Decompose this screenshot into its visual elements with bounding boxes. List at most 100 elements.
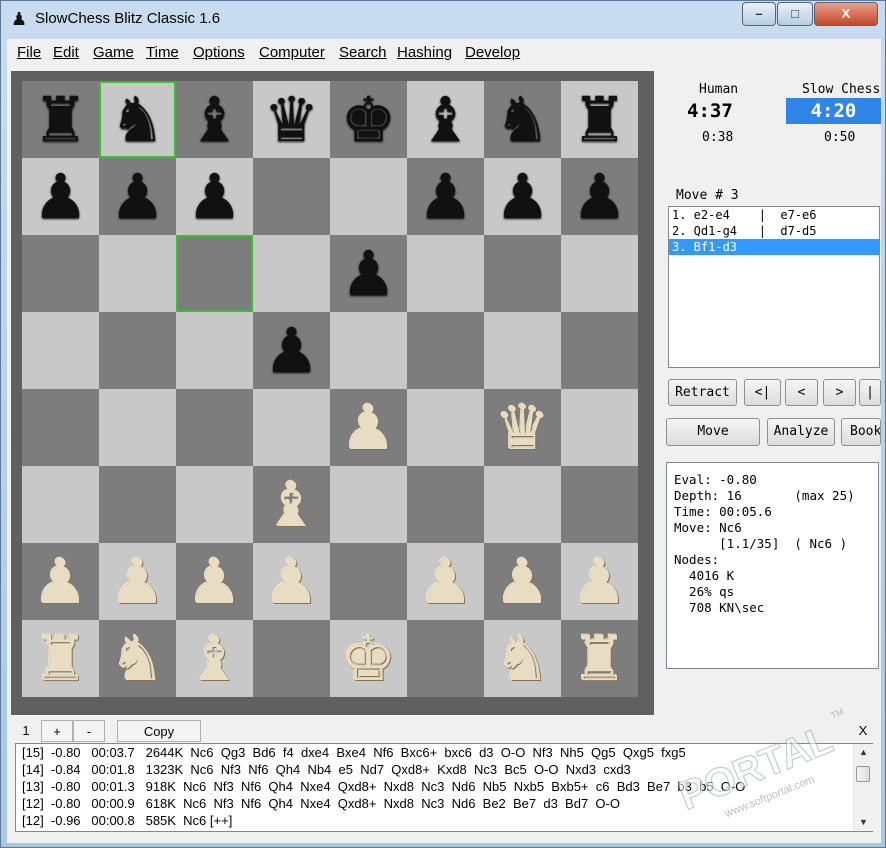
maximize-button[interactable]: □ <box>777 2 813 26</box>
square-a3[interactable] <box>22 466 99 543</box>
pv-line[interactable]: [12] -0.80 00:00.9 618K Nc6 Nf3 Nf6 Qh4 … <box>16 795 872 812</box>
menu-search[interactable]: Search <box>339 44 387 61</box>
square-b5[interactable] <box>99 312 176 389</box>
last-move-button[interactable]: | <box>859 379 881 406</box>
square-g3[interactable] <box>484 466 561 543</box>
white-knight-icon[interactable]: ♞ <box>484 620 561 697</box>
black-bishop-icon[interactable]: ♝ <box>407 81 484 158</box>
white-pawn-icon[interactable]: ♟ <box>407 543 484 620</box>
black-pawn-icon[interactable]: ♟ <box>561 158 638 235</box>
white-pawn-icon[interactable]: ♟ <box>561 543 638 620</box>
white-pawn-icon[interactable]: ♟ <box>99 543 176 620</box>
analyze-button[interactable]: Analyze <box>767 418 835 446</box>
move-row-2[interactable]: 2. Qd1-g4 | d7-d5 <box>669 223 879 239</box>
close-button[interactable]: X <box>814 2 878 26</box>
move-row-1[interactable]: 1. e2-e4 | e7-e6 <box>669 207 879 223</box>
square-e3[interactable] <box>330 466 407 543</box>
square-b3[interactable] <box>99 466 176 543</box>
square-f5[interactable] <box>407 312 484 389</box>
move-button[interactable]: Move <box>666 418 760 446</box>
square-e7[interactable] <box>330 158 407 235</box>
remove-line-button[interactable]: - <box>73 720 105 742</box>
square-h6[interactable] <box>561 235 638 312</box>
pv-scrollbar[interactable]: ▲ ▼ <box>853 744 873 831</box>
square-c4[interactable] <box>176 389 253 466</box>
square-d7[interactable] <box>253 158 330 235</box>
copy-button[interactable]: Copy <box>117 720 201 742</box>
black-pawn-icon[interactable]: ♟ <box>22 158 99 235</box>
menu-computer[interactable]: Computer <box>259 44 325 61</box>
white-rook-icon[interactable]: ♜ <box>561 620 638 697</box>
square-c3[interactable] <box>176 466 253 543</box>
pv-line[interactable]: [15] -0.80 00:03.7 2644K Nc6 Qg3 Bd6 f4 … <box>16 744 872 761</box>
square-a4[interactable] <box>22 389 99 466</box>
first-move-button[interactable]: <| <box>744 379 781 406</box>
square-h4[interactable] <box>561 389 638 466</box>
square-f4[interactable] <box>407 389 484 466</box>
white-pawn-icon[interactable]: ♟ <box>176 543 253 620</box>
menu-time[interactable]: Time <box>146 44 179 61</box>
move-row-3[interactable]: 3. Bf1-d3 <box>669 239 879 255</box>
scroll-thumb[interactable] <box>856 766 870 782</box>
black-bishop-icon[interactable]: ♝ <box>176 81 253 158</box>
white-pawn-icon[interactable]: ♟ <box>22 543 99 620</box>
black-rook-icon[interactable]: ♜ <box>561 81 638 158</box>
white-rook-icon[interactable]: ♜ <box>22 620 99 697</box>
chess-board[interactable]: ♜ ♞ ♝ ♛ ♚ ♝ ♞ ♜ ♟ ♟ ♟ ♟ ♟ ♟ ♟ ♟ ♟ ♛ ♝ ♟ ♟ ♟ ♟ ♟ ♟ ♟ ♜ ♞ ♝ ♚ ♞ ♜ <box>22 81 638 697</box>
pv-line[interactable]: [14] -0.84 00:01.8 1323K Nc6 Nf3 Nf6 Qh4… <box>16 761 872 778</box>
square-c5[interactable] <box>176 312 253 389</box>
book-button[interactable]: Book <box>841 418 881 446</box>
scroll-down-icon[interactable]: ▼ <box>854 814 873 830</box>
menu-game[interactable]: Game <box>93 44 134 61</box>
square-e5[interactable] <box>330 312 407 389</box>
square-f6[interactable] <box>407 235 484 312</box>
square-d1[interactable] <box>253 620 330 697</box>
black-rook-icon[interactable]: ♜ <box>22 81 99 158</box>
square-g5[interactable] <box>484 312 561 389</box>
move-list[interactable]: 1. e2-e4 | e7-e6 2. Qd1-g4 | d7-d5 3. Bf… <box>668 206 880 368</box>
menu-hashing[interactable]: Hashing <box>397 44 452 61</box>
black-knight-icon[interactable]: ♞ <box>484 81 561 158</box>
black-king-icon[interactable]: ♚ <box>330 81 407 158</box>
square-d4[interactable] <box>253 389 330 466</box>
black-queen-icon[interactable]: ♛ <box>253 81 330 158</box>
square-g6[interactable] <box>484 235 561 312</box>
square-b4[interactable] <box>99 389 176 466</box>
square-c6[interactable] <box>176 235 253 312</box>
menu-edit[interactable]: Edit <box>53 44 79 61</box>
scroll-up-icon[interactable]: ▲ <box>854 744 873 760</box>
black-pawn-icon[interactable]: ♟ <box>176 158 253 235</box>
square-a6[interactable] <box>22 235 99 312</box>
square-f3[interactable] <box>407 466 484 543</box>
square-e2[interactable] <box>330 543 407 620</box>
previous-move-button[interactable]: < <box>785 379 818 406</box>
black-knight-icon[interactable]: ♞ <box>99 81 176 158</box>
white-pawn-icon[interactable]: ♟ <box>330 389 407 466</box>
black-pawn-icon[interactable]: ♟ <box>407 158 484 235</box>
square-a5[interactable] <box>22 312 99 389</box>
menu-develop[interactable]: Develop <box>465 44 520 61</box>
next-move-button[interactable]: > <box>823 379 856 406</box>
menu-options[interactable]: Options <box>193 44 245 61</box>
square-f1[interactable] <box>407 620 484 697</box>
black-pawn-icon[interactable]: ♟ <box>484 158 561 235</box>
square-b6[interactable] <box>99 235 176 312</box>
square-h3[interactable] <box>561 466 638 543</box>
white-pawn-icon[interactable]: ♟ <box>484 543 561 620</box>
pv-line[interactable]: [13] -0.80 00:01.3 918K Nc6 Nf3 Nf6 Qh4 … <box>16 778 872 795</box>
white-king-icon[interactable]: ♚ <box>330 620 407 697</box>
white-bishop-icon[interactable]: ♝ <box>176 620 253 697</box>
black-pawn-icon[interactable]: ♟ <box>330 235 407 312</box>
white-knight-icon[interactable]: ♞ <box>99 620 176 697</box>
black-pawn-icon[interactable]: ♟ <box>253 312 330 389</box>
principal-variation-list[interactable]: [15] -0.80 00:03.7 2644K Nc6 Qg3 Bd6 f4 … <box>15 743 873 832</box>
add-line-button[interactable]: + <box>41 720 73 742</box>
retract-button[interactable]: Retract <box>668 379 737 406</box>
title-bar[interactable]: ♟ SlowChess Blitz Classic 1.6 – □ X <box>1 1 885 35</box>
close-pv-button[interactable]: X <box>853 720 873 742</box>
minimize-button[interactable]: – <box>742 2 776 26</box>
white-bishop-icon[interactable]: ♝ <box>253 466 330 543</box>
white-pawn-icon[interactable]: ♟ <box>253 543 330 620</box>
square-d6[interactable] <box>253 235 330 312</box>
white-queen-icon[interactable]: ♛ <box>484 389 561 466</box>
